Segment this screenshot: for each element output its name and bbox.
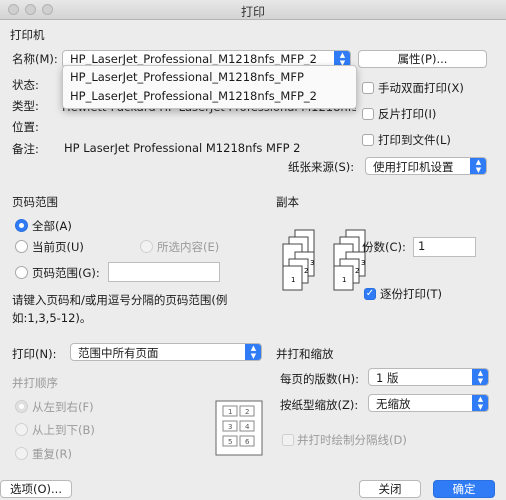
type-label: 类型: — [12, 99, 39, 113]
selection-radio[interactable] — [140, 240, 153, 253]
stack-number: 2 — [355, 267, 359, 275]
top-to-bottom-label: 从上到下(B) — [32, 423, 95, 437]
comment-label: 备注: — [12, 142, 39, 156]
printer-section-label: 打印机 — [10, 28, 45, 42]
copies-count-input[interactable]: 1 — [413, 237, 476, 257]
select-arrows-icon: ▲ ▼ — [245, 344, 261, 360]
duplex-checkbox[interactable] — [362, 82, 374, 94]
print-to-file-checkbox[interactable] — [362, 134, 374, 146]
page-range-label: 页码范围(G): — [32, 266, 100, 280]
stack-number: 1 — [291, 276, 295, 284]
stack-number: 1 — [342, 276, 346, 284]
pages-per-sheet-value: 1 版 — [376, 371, 399, 385]
select-arrows-icon: ▲ ▼ — [472, 369, 488, 385]
pages-per-sheet-label: 每页的版数(H): — [280, 372, 359, 386]
page-range-hint-line1: 请键入页码和/或用逗号分隔的页码范围(例 — [12, 293, 228, 307]
copies-count-label: 份数(C): — [362, 240, 406, 254]
reverse-checkbox[interactable] — [362, 108, 374, 120]
stack-number: 3 — [361, 259, 365, 267]
title-bar: 打印 — [0, 0, 506, 20]
page-range-radio[interactable] — [15, 266, 28, 279]
reverse-label: 反片打印(I) — [378, 107, 437, 121]
page-range-input[interactable] — [108, 262, 220, 282]
select-arrows-icon: ▲ ▼ — [470, 158, 486, 174]
zoom-section-label: 并打和缩放 — [276, 347, 334, 361]
preview-number: 4 — [245, 423, 250, 431]
draw-borders-label: 并打时绘制分隔线(D) — [297, 433, 407, 447]
page-range-section-label: 页码范围 — [12, 195, 58, 209]
stack-number: 2 — [304, 267, 308, 275]
printer-name-label: 名称(M): — [12, 52, 58, 66]
copies-section-label: 副本 — [276, 195, 299, 209]
scale-select[interactable]: 无缩放 ▲ ▼ — [368, 394, 489, 412]
window-title: 打印 — [240, 5, 265, 19]
paper-source-value: 使用打印机设置 — [373, 160, 454, 174]
preview-number: 1 — [228, 408, 232, 416]
repeat-label: 重复(R) — [32, 447, 72, 461]
collated-stack-icon: 3 2 1 — [333, 229, 366, 291]
print-what-value: 范围中所有页面 — [78, 346, 159, 360]
options-button[interactable]: 选项(O)... — [0, 480, 72, 498]
printer-option[interactable]: HP_LaserJet_Professional_M1218nfs_MFP_2 — [70, 89, 317, 103]
selection-label: 所选内容(E) — [157, 240, 220, 254]
select-arrows-icon: ▲ ▼ — [472, 395, 488, 411]
current-page-label: 当前页(U) — [32, 240, 84, 254]
pages-per-sheet-select[interactable]: 1 版 ▲ ▼ — [368, 368, 489, 386]
printer-dropdown-menu: HP_LaserJet_Professional_M1218nfs_MFP HP… — [62, 65, 357, 109]
scale-value: 无缩放 — [376, 397, 411, 411]
print-to-file-label: 打印到文件(L) — [378, 133, 451, 147]
uncollated-stack-icon: 3 2 1 — [282, 229, 315, 291]
preview-number: 2 — [245, 408, 249, 416]
ok-button[interactable]: 确定 — [433, 480, 495, 498]
repeat-radio[interactable] — [15, 447, 28, 460]
status-label: 状态: — [12, 78, 39, 92]
page-range-hint-line2: 如:1,3,5-12)。 — [12, 311, 92, 325]
scale-label: 按纸型缩放(Z): — [280, 398, 359, 412]
preview-number: 3 — [228, 423, 232, 431]
left-to-right-label: 从左到右(F) — [32, 400, 94, 414]
close-button[interactable]: 关闭 — [359, 480, 421, 498]
printer-option[interactable]: HP_LaserJet_Professional_M1218nfs_MFP — [70, 70, 304, 84]
order-section-label: 并打顺序 — [12, 376, 58, 390]
print-what-label: 打印(N): — [12, 347, 57, 361]
comment-value: HP LaserJet Professional M1218nfs MFP 2 — [64, 141, 301, 155]
preview-number: 5 — [228, 438, 232, 446]
collate-checkbox[interactable]: ✓ — [364, 288, 376, 300]
order-preview-icon: 1 2 3 4 5 6 — [215, 400, 263, 456]
paper-source-label: 纸张来源(S): — [288, 160, 355, 174]
print-what-select[interactable]: 范围中所有页面 ▲ ▼ — [70, 343, 262, 361]
duplex-label: 手动双面打印(X) — [378, 81, 464, 95]
draw-borders-checkbox[interactable] — [282, 434, 294, 446]
all-pages-radio[interactable] — [15, 219, 28, 232]
current-page-radio[interactable] — [15, 240, 28, 253]
paper-source-select[interactable]: 使用打印机设置 ▲ ▼ — [365, 157, 487, 175]
left-to-right-radio[interactable] — [15, 400, 28, 413]
preview-number: 6 — [245, 438, 250, 446]
top-to-bottom-radio[interactable] — [15, 423, 28, 436]
location-label: 位置: — [12, 120, 39, 134]
properties-button[interactable]: 属性(P)... — [358, 50, 487, 68]
collate-label: 逐份打印(T) — [380, 287, 442, 301]
stack-number: 3 — [310, 259, 314, 267]
all-pages-label: 全部(A) — [32, 219, 72, 233]
printer-name-value: HP_LaserJet_Professional_M1218nfs_MFP_2 — [70, 52, 317, 66]
